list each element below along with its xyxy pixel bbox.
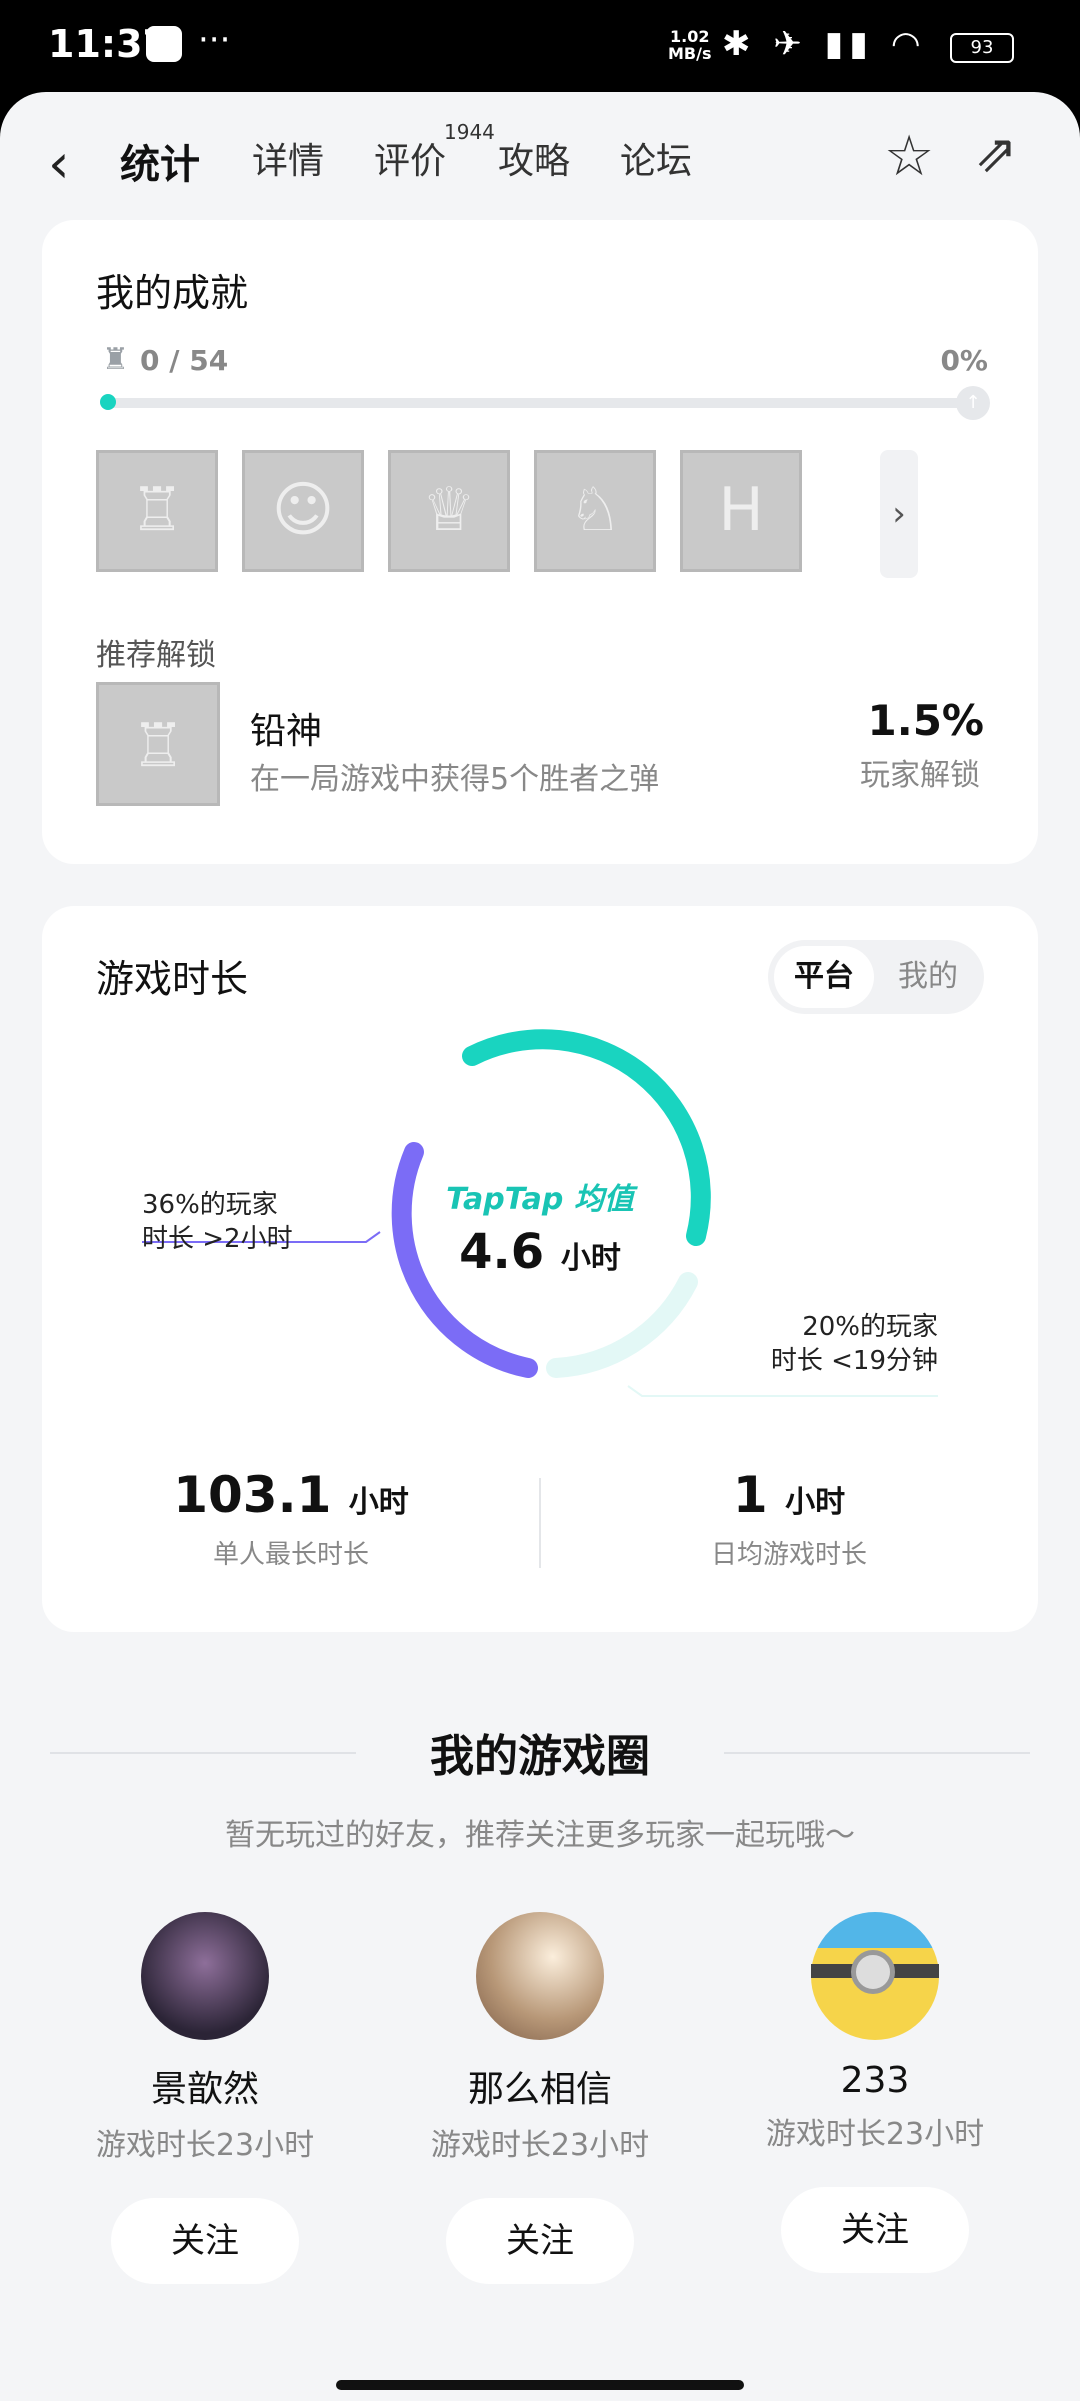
game-circle-subtitle: 暂无玩过的好友，推荐关注更多玩家一起玩哦～ — [225, 1818, 855, 1853]
callout-right-line — [627, 1385, 938, 1397]
pixel-book-icon: H — [718, 475, 764, 545]
review-count-badge: 1944 — [444, 120, 495, 144]
status-icons: ✱ ✈ ▮▮ ◠ — [722, 24, 927, 64]
callout-under-19m: 20%的玩家 时长 <19分钟 — [770, 1312, 938, 1376]
game-circle-title: 我的游戏圈 — [430, 1731, 650, 1782]
achievements-card: 我的成就 ♜ 0 / 54 0% ↑ ♖ ☺ ♕ ♘ H › 推荐解锁 ♖ 铅神… — [42, 220, 1038, 864]
pixel-robot-icon: ♖ — [131, 711, 185, 781]
friend-playtime: 游戏时长23小时 — [95, 2128, 315, 2163]
status-bar: 11:37 ··· 1.02 MB/s ✱ ✈ ▮▮ ◠ 93 — [0, 0, 1080, 92]
chevron-right-icon[interactable]: › — [880, 450, 918, 578]
achievement-count: 0 / 54 — [140, 344, 229, 377]
tab-forum[interactable]: 论坛 — [620, 132, 692, 184]
daily-average-stat: 1 小时 日均游戏时长 — [710, 1466, 867, 1570]
achievement-badge[interactable]: ☺ — [242, 450, 364, 572]
recommended-achievement-desc: 在一局游戏中获得5个胜者之弹 — [250, 762, 660, 797]
friend-playtime: 游戏时长23小时 — [430, 2128, 650, 2163]
friend-name: 233 — [840, 2060, 910, 2101]
recommend-label: 推荐解锁 — [96, 638, 216, 673]
friend-card: 那么相信 游戏时长23小时 关注 — [410, 1912, 670, 2284]
favorite-star-icon[interactable]: ☆ — [884, 124, 934, 189]
donut-light-arc — [546, 1272, 698, 1378]
tab-reviews[interactable]: 评价 — [374, 132, 446, 184]
friend-name: 景歆然 — [150, 2069, 259, 2110]
back-arrow-icon[interactable]: ‹ — [48, 132, 70, 195]
more-notifications-icon: ··· — [198, 20, 231, 60]
network-speed: 1.02 MB/s — [668, 27, 712, 63]
progress-end-icon: ↑ — [956, 386, 990, 420]
trophy-icon: ♜ — [102, 342, 129, 377]
friend-card: 景歆然 游戏时长23小时 关注 — [75, 1912, 335, 2284]
battery-icon: 93 — [950, 33, 1014, 63]
friend-card: 233 游戏时长23小时 关注 — [745, 1912, 1005, 2273]
tab-stats[interactable]: 统计 — [118, 132, 202, 192]
recommended-achievement-name: 铅神 — [250, 711, 323, 752]
callout-over-2h: 36%的玩家 时长 >2小时 — [142, 1190, 293, 1254]
tab-bar: ‹ 统计 详情 评价 1944 攻略 论坛 ☆ ⇗ — [0, 92, 1080, 222]
share-icon[interactable]: ⇗ — [974, 124, 1018, 184]
pixel-mask-icon: ☺ — [271, 475, 335, 545]
achievement-percent: 0% — [940, 344, 988, 377]
bottom-sheet: ‹ 统计 详情 评价 1944 攻略 论坛 ☆ ⇗ 我的成就 ♜ 0 / 54 … — [0, 92, 1080, 2401]
minion-goggle-icon — [851, 1950, 895, 1994]
achievement-badge[interactable]: ♖ — [96, 450, 218, 572]
achievement-progress-bar: ↑ — [100, 386, 990, 420]
home-indicator[interactable] — [336, 2380, 744, 2390]
friend-playtime: 游戏时长23小时 — [765, 2117, 985, 2152]
achievement-badge[interactable]: H — [680, 450, 802, 572]
follow-button[interactable]: 关注 — [446, 2198, 634, 2284]
achievement-badge[interactable]: ♕ — [388, 450, 510, 572]
avatar[interactable] — [476, 1912, 604, 2040]
pixel-chest-icon: ♕ — [422, 475, 476, 545]
friend-name: 那么相信 — [467, 2069, 612, 2110]
qq-notification-icon — [146, 26, 182, 62]
tab-guides[interactable]: 攻略 — [498, 132, 570, 184]
playtime-card: 游戏时长 平台 我的 TapTap 均值 4.6 小时 36%的玩家 时长 >2… — [42, 906, 1038, 1632]
recommended-achievement-icon[interactable]: ♖ — [96, 682, 220, 806]
recommended-unlock-percent: 1.5% — [867, 696, 984, 745]
achievement-badges: ♖ ☺ ♕ ♘ H › — [96, 450, 996, 578]
pixel-mech-icon: ♘ — [568, 475, 622, 545]
achievements-title: 我的成就 — [96, 271, 249, 315]
avatar[interactable] — [141, 1912, 269, 2040]
recommended-unlock-label: 玩家解锁 — [860, 758, 980, 793]
longest-session-stat: 103.1 小时 单人最长时长 — [173, 1466, 409, 1570]
follow-button[interactable]: 关注 — [111, 2198, 299, 2284]
tab-details[interactable]: 详情 — [252, 132, 324, 184]
progress-dot — [100, 394, 116, 410]
pixel-robot-icon: ♖ — [130, 475, 184, 545]
follow-button[interactable]: 关注 — [781, 2187, 969, 2273]
achievement-badge[interactable]: ♘ — [534, 450, 656, 572]
avatar[interactable] — [811, 1912, 939, 2040]
